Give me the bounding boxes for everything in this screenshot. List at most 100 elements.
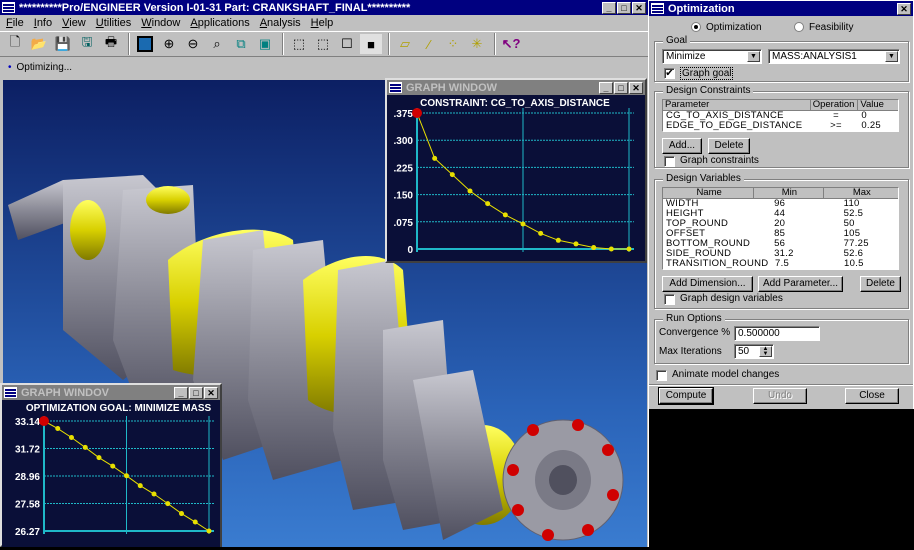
toolbar-separator <box>388 33 390 55</box>
delete-variable-button[interactable]: Delete <box>860 276 901 292</box>
cell: 20 <box>774 218 786 229</box>
data-point <box>608 246 614 252</box>
graph-goal-label: Graph goal <box>680 67 734 80</box>
graph-title-bar[interactable]: GRAPH WINDOV _ □ ✕ <box>2 385 220 400</box>
main-title-bar[interactable]: **********Pro/ENGINEER Version I-01-31 P… <box>0 0 648 15</box>
graph-variables-checkbox[interactable] <box>664 294 675 305</box>
group-label: Goal <box>663 35 691 46</box>
print-icon[interactable]: 🖶 <box>100 34 122 54</box>
graph-constraints-checkbox[interactable] <box>664 156 675 167</box>
new-file-icon[interactable]: 🗋 <box>4 34 26 54</box>
variables-table[interactable]: Name Min Max WIDTH 96 110 HEIGHT 44 52.5 TOP_ROU… <box>662 187 899 270</box>
data-point <box>69 434 74 440</box>
goal-target-select[interactable]: MASS:ANALYSIS1 ▼ <box>768 49 900 64</box>
table-row[interactable]: EDGE_TO_EDGE_DISTANCE >= 0.25 <box>663 121 898 131</box>
orient-icon[interactable]: ⧉ <box>230 34 252 54</box>
status-message: Optimizing... <box>16 61 73 73</box>
column-header[interactable]: Min <box>754 188 824 199</box>
toolbar-separator <box>282 33 284 55</box>
saved-views-icon[interactable]: ▣ <box>254 34 276 54</box>
y-tick-label: 26.27 <box>15 527 40 538</box>
graph-title-bar[interactable]: GRAPH WINDOW _ □ ✕ <box>387 80 645 95</box>
system-menu-icon[interactable] <box>389 82 402 93</box>
minimize-button[interactable]: _ <box>602 1 616 14</box>
add-parameter-button[interactable]: Add Parameter... <box>758 276 843 292</box>
menu-utilities[interactable]: Utilities <box>96 17 131 29</box>
data-point <box>96 455 102 461</box>
close-button[interactable]: ✕ <box>629 81 643 94</box>
maximize-button[interactable]: □ <box>614 81 628 94</box>
open-folder-icon[interactable]: 📂 <box>28 34 50 54</box>
chart-title: CONSTRAINT: CG_TO_AXIS_DISTANCE <box>420 98 610 109</box>
select-value: MASS:ANALYSIS1 <box>772 51 857 62</box>
coordinate-systems-icon[interactable]: ✳ <box>466 34 488 54</box>
wireframe-icon[interactable]: ⬚ <box>288 34 310 54</box>
minimize-button[interactable]: _ <box>599 81 613 94</box>
menu-analysis[interactable]: Analysis <box>260 17 301 29</box>
data-point <box>151 491 157 497</box>
spinner-arrows-icon[interactable]: ▲ ▼ <box>759 346 772 357</box>
convergence-input[interactable]: 0.500000 <box>734 326 820 341</box>
shading-icon[interactable]: ■ <box>360 34 382 54</box>
close-dialog-button[interactable]: Close <box>845 388 899 404</box>
save-icon[interactable]: 💾 <box>52 34 74 54</box>
menu-file[interactable]: File <box>6 17 24 29</box>
radio-optimization[interactable]: Optimization <box>691 22 762 33</box>
menu-applications[interactable]: Applications <box>190 17 249 29</box>
animate-label: Animate model changes <box>672 369 780 380</box>
menu-help[interactable]: Help <box>311 17 334 29</box>
datum-planes-icon[interactable]: ⏥ <box>394 34 416 54</box>
close-button[interactable]: ✕ <box>204 386 218 399</box>
add-dimension-button[interactable]: Add Dimension... <box>662 276 753 292</box>
data-point <box>467 188 473 194</box>
compute-button[interactable]: Compute <box>658 387 714 405</box>
table-row[interactable]: TRANSITION_ROUND 7.5 10.5 <box>663 259 898 269</box>
close-button[interactable]: ✕ <box>632 1 646 14</box>
minimize-button[interactable]: _ <box>174 386 188 399</box>
datum-points-icon[interactable]: ⁘ <box>442 34 464 54</box>
y-tick-label: .150 <box>394 191 414 202</box>
column-header[interactable]: Max <box>823 188 898 199</box>
system-menu-icon[interactable] <box>651 3 664 14</box>
constraints-group: Design Constraints Parameter Operation Val… <box>654 85 909 168</box>
add-constraint-button[interactable]: Add... <box>662 138 702 154</box>
save-copy-icon[interactable]: 🖫 <box>76 34 98 54</box>
graph-window-title: GRAPH WINDOW <box>406 81 498 94</box>
data-point <box>137 483 143 489</box>
no-hidden-icon[interactable]: ☐ <box>336 34 358 54</box>
system-menu-icon[interactable] <box>2 2 15 13</box>
dialog-title-bar[interactable]: Optimization ✕ <box>649 1 913 16</box>
goal-graph-window[interactable]: GRAPH WINDOV _ □ ✕ OPTIMIZATION GOAL: MINI… <box>0 383 222 547</box>
zoom-in-icon[interactable]: ⊕ <box>158 34 180 54</box>
menu-view[interactable]: View <box>62 17 86 29</box>
goal-type-select[interactable]: Minimize ▼ <box>662 49 762 64</box>
system-menu-icon[interactable] <box>4 387 17 398</box>
context-help-icon[interactable]: ↖? <box>500 34 522 54</box>
delete-constraint-button[interactable]: Delete <box>708 138 750 154</box>
data-point <box>626 246 632 252</box>
close-button[interactable]: ✕ <box>897 2 911 15</box>
message-area: • Optimizing... <box>0 57 648 77</box>
menu-window[interactable]: Window <box>141 17 180 29</box>
max-iterations-stepper[interactable]: 50 ▲ ▼ <box>734 344 774 359</box>
refit-icon[interactable]: ⌕ <box>206 34 228 54</box>
graph-goal-checkbox[interactable]: ✔ <box>664 68 675 79</box>
maximize-button[interactable]: □ <box>617 1 631 14</box>
undo-button[interactable]: Undo <box>753 388 807 404</box>
start-point <box>39 416 49 426</box>
datum-axes-icon[interactable]: ⁄ <box>418 34 440 54</box>
flange <box>502 419 624 541</box>
group-label: Run Options <box>663 313 725 324</box>
y-tick-label: 27.58 <box>15 500 40 511</box>
animate-checkbox[interactable] <box>656 370 667 381</box>
constraints-table[interactable]: Parameter Operation Value CG_TO_AXIS_DISTA… <box>662 99 899 132</box>
menu-info[interactable]: Info <box>34 17 52 29</box>
zoom-out-icon[interactable]: ⊖ <box>182 34 204 54</box>
maximize-button[interactable]: □ <box>189 386 203 399</box>
repaint-icon[interactable] <box>134 34 156 54</box>
radio-feasibility[interactable]: Feasibility <box>794 22 853 33</box>
desktop-background <box>649 409 914 549</box>
constraint-graph-window[interactable]: GRAPH WINDOW _ □ ✕ CONSTRAINT: CG_TO_AXIS_… <box>385 78 647 263</box>
hidden-line-icon[interactable]: ⬚ <box>312 34 334 54</box>
cell: 0.25 <box>861 120 882 131</box>
